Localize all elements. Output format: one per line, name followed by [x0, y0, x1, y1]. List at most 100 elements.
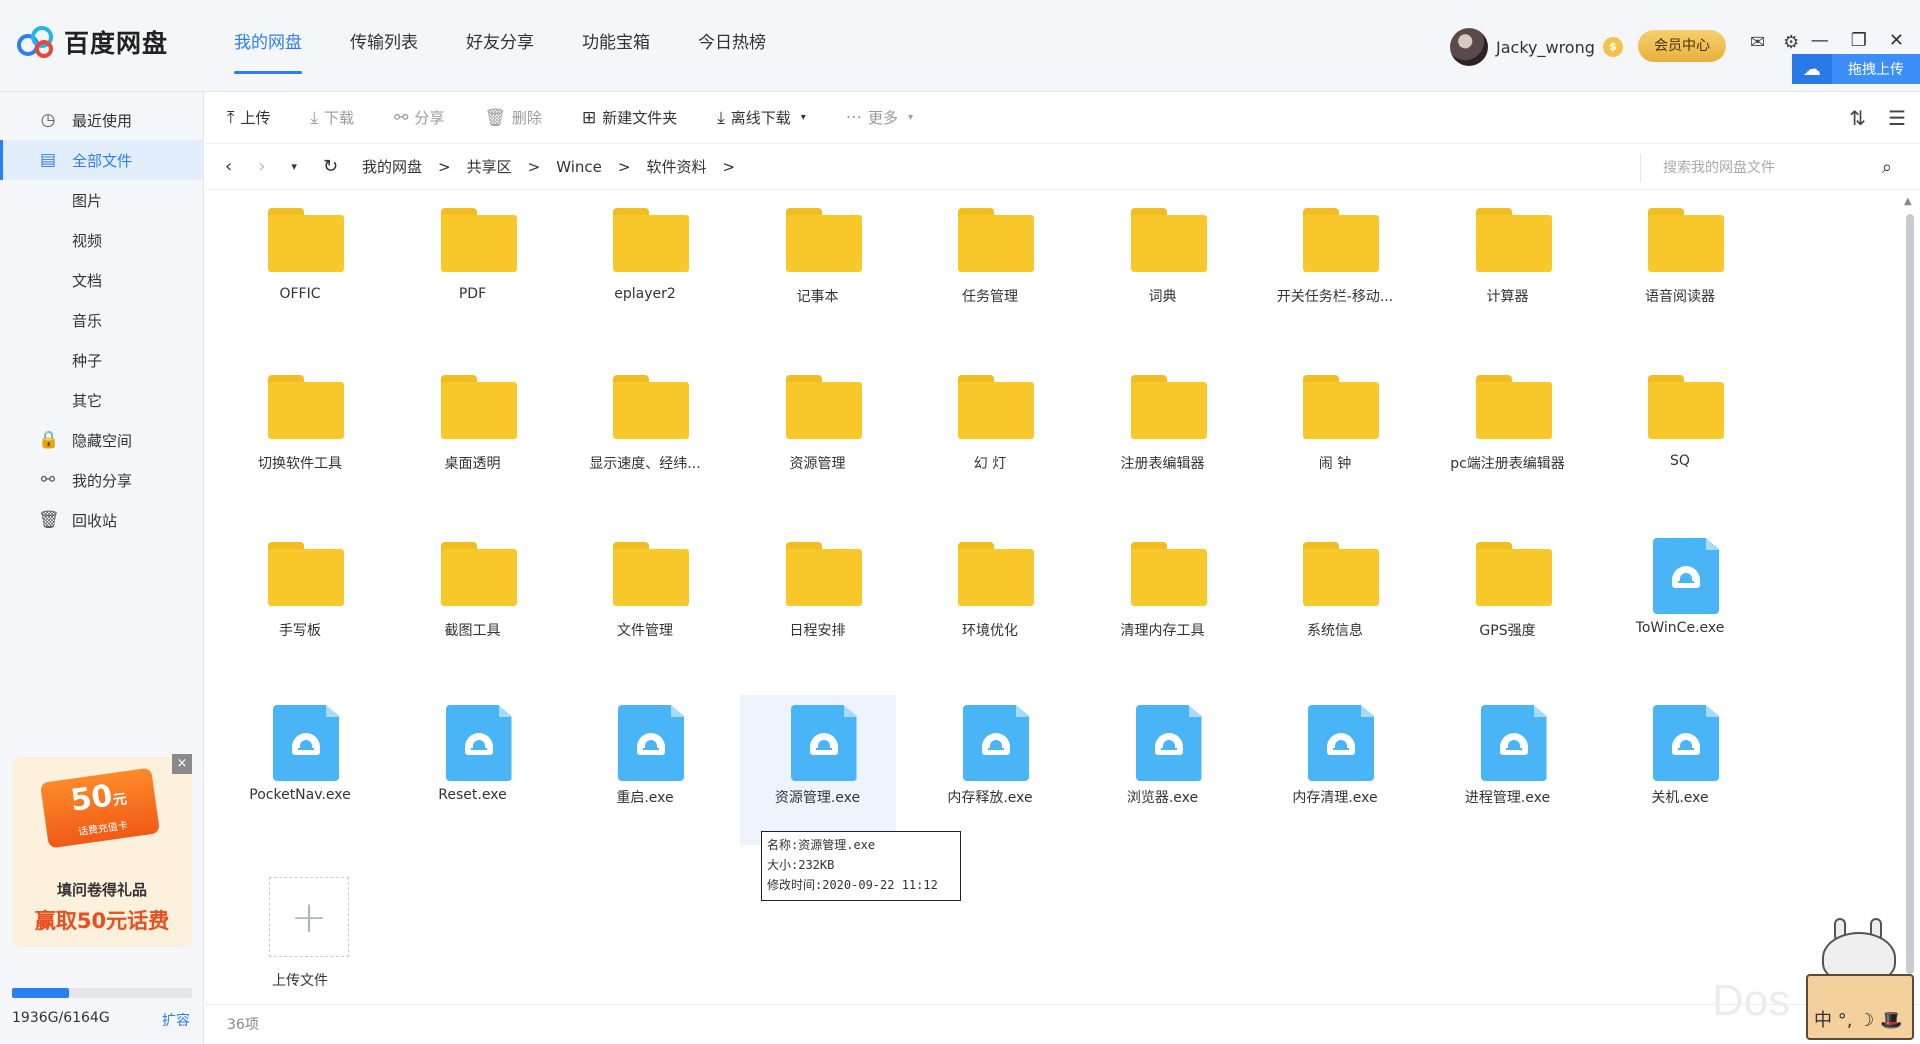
- folder-item[interactable]: 截图工具: [395, 528, 551, 678]
- sidebar-item-label: 我的分享: [72, 471, 133, 490]
- list-view-icon[interactable]: ☰: [1888, 106, 1906, 130]
- folder-item[interactable]: SQ: [1602, 361, 1758, 511]
- expand-storage-link[interactable]: 扩容: [162, 1010, 190, 1030]
- folder-item[interactable]: 桌面透明: [395, 361, 551, 511]
- sidebar-item-2[interactable]: 图片: [0, 180, 203, 220]
- folder-item[interactable]: 环境优化: [912, 528, 1068, 678]
- folder-item[interactable]: pc端注册表编辑器: [1430, 361, 1586, 511]
- folder-item[interactable]: OFFIC: [222, 194, 378, 344]
- new-folder-button[interactable]: ⊞ 新建文件夹: [582, 107, 677, 128]
- folder-item[interactable]: 计算器: [1430, 194, 1586, 344]
- more-button[interactable]: ··· 更多 ▾: [846, 107, 913, 128]
- file-item[interactable]: Reset.exe: [395, 695, 551, 845]
- ime-mascot[interactable]: 中 °, ☽ 🎩: [1800, 918, 1920, 1044]
- sidebar-item-label: 文档: [72, 271, 103, 290]
- file-item[interactable]: 关机.exe: [1602, 695, 1758, 845]
- folder-item[interactable]: 系统信息: [1257, 528, 1413, 678]
- breadcrumb-item[interactable]: 共享区: [467, 156, 512, 177]
- folder-item[interactable]: 清理内存工具: [1085, 528, 1241, 678]
- promo-line1: 填问卷得礼品: [56, 881, 147, 899]
- scrollbar[interactable]: ▲: [1904, 196, 1914, 996]
- sidebar-item-0[interactable]: ◷ 最近使用: [0, 100, 203, 140]
- folder-item[interactable]: 词典: [1085, 194, 1241, 344]
- folder-item[interactable]: GPS强度: [1430, 528, 1586, 678]
- forward-icon[interactable]: ›: [258, 156, 265, 177]
- folder-item[interactable]: 资源管理: [740, 361, 896, 511]
- sidebar-item-10[interactable]: 🗑 回收站: [0, 500, 203, 540]
- scroll-up-icon[interactable]: ▲: [1904, 196, 1912, 207]
- sidebar-item-5[interactable]: 音乐: [0, 300, 203, 340]
- restore-icon[interactable]: ❐: [1851, 30, 1867, 51]
- file-item[interactable]: 进程管理.exe: [1430, 695, 1586, 845]
- folder-item[interactable]: 任务管理: [912, 194, 1068, 344]
- tab-4[interactable]: 今日热榜: [674, 0, 790, 92]
- file-name: 清理内存工具: [1120, 623, 1205, 639]
- minimize-icon[interactable]: —: [1811, 30, 1829, 51]
- promo-close-button[interactable]: ×: [172, 754, 192, 774]
- avatar[interactable]: [1450, 28, 1488, 66]
- folder-item[interactable]: 开关任务栏-移动...: [1257, 194, 1413, 344]
- promo-banner[interactable]: 50元 话费充值卡 填问卷得礼品 赢取50元话费: [12, 757, 192, 947]
- tab-1[interactable]: 传输列表: [326, 0, 442, 92]
- file-item[interactable]: 浏览器.exe: [1085, 695, 1241, 845]
- file-item[interactable]: PocketNav.exe: [222, 695, 378, 845]
- folder-item[interactable]: 记事本: [740, 194, 896, 344]
- sidebar-item-7[interactable]: 其它: [0, 380, 203, 420]
- user-info[interactable]: Jacky_wrong $: [1450, 28, 1623, 66]
- delete-button[interactable]: 🗑 删除: [484, 107, 542, 128]
- folder-item[interactable]: 手写板: [222, 528, 378, 678]
- folder-item[interactable]: 闹 钟: [1257, 361, 1413, 511]
- username[interactable]: Jacky_wrong: [1496, 38, 1595, 57]
- share-button[interactable]: ⚯ 分享: [394, 107, 444, 128]
- tab-3[interactable]: 功能宝箱: [558, 0, 674, 92]
- folder-item[interactable]: eplayer2: [567, 194, 723, 344]
- settings-icon[interactable]: ⚙: [1783, 32, 1799, 53]
- file-item[interactable]: 重启.exe: [567, 695, 723, 845]
- search-input[interactable]: [1663, 154, 1863, 180]
- upload-button[interactable]: ⤒ 上传: [227, 107, 271, 128]
- mail-icon[interactable]: ✉: [1750, 32, 1765, 53]
- sidebar-item-3[interactable]: 视频: [0, 220, 203, 260]
- exe-file-icon: [445, 705, 512, 781]
- coin-icon[interactable]: $: [1602, 37, 1623, 57]
- folder-item[interactable]: 切换软件工具: [222, 361, 378, 511]
- file-item[interactable]: ToWinCe.exe: [1602, 528, 1758, 678]
- folder-item[interactable]: 文件管理: [567, 528, 723, 678]
- drag-upload-button[interactable]: ☁ 拖拽上传: [1792, 54, 1920, 84]
- breadcrumb-item[interactable]: 软件资料: [646, 156, 706, 177]
- folder-item[interactable]: 日程安排: [740, 528, 896, 678]
- file-name: 进程管理.exe: [1464, 790, 1551, 806]
- file-item[interactable]: 内存释放.exe: [912, 695, 1068, 845]
- sidebar-item-1[interactable]: ▤ 全部文件: [0, 140, 203, 180]
- refresh-icon[interactable]: ↻: [323, 156, 338, 177]
- file-name: PocketNav.exe: [249, 787, 351, 803]
- history-dropdown-icon[interactable]: ▾: [291, 160, 297, 173]
- tab-0[interactable]: 我的网盘: [210, 0, 326, 92]
- sort-icon[interactable]: ⇅: [1849, 106, 1866, 130]
- search-icon[interactable]: ⌕: [1882, 157, 1892, 178]
- sidebar-item-4[interactable]: 文档: [0, 260, 203, 300]
- file-item[interactable]: 内存清理.exe: [1257, 695, 1413, 845]
- tab-2[interactable]: 好友分享: [442, 0, 558, 92]
- back-icon[interactable]: ‹: [225, 156, 232, 177]
- vip-center-button[interactable]: 会员中心: [1638, 30, 1726, 62]
- upload-file-tile[interactable]: + 上传文件: [222, 862, 378, 1012]
- folder-item[interactable]: 显示速度、经纬...: [567, 361, 723, 511]
- folder-item[interactable]: 幻 灯: [912, 361, 1068, 511]
- breadcrumb-item[interactable]: Wince: [556, 158, 602, 176]
- app-logo[interactable]: 百度网盘: [16, 24, 168, 60]
- sidebar-item-8[interactable]: 🔒 隐藏空间: [0, 420, 203, 460]
- scroll-thumb[interactable]: [1906, 214, 1914, 974]
- sidebar-item-9[interactable]: ⚯ 我的分享: [0, 460, 203, 500]
- ime-status[interactable]: 中 °, ☽ 🎩: [1814, 1006, 1902, 1032]
- sidebar-item-6[interactable]: 种子: [0, 340, 203, 380]
- breadcrumb-item[interactable]: 我的网盘: [362, 156, 422, 177]
- folder-item[interactable]: 注册表编辑器: [1085, 361, 1241, 511]
- folder-item[interactable]: 语音阅读器: [1602, 194, 1758, 344]
- breadcrumb: 我的网盘 > 共享区 > Wince > 软件资料 >: [362, 156, 735, 177]
- download-button[interactable]: ⤓ 下载: [311, 107, 355, 128]
- offline-download-button[interactable]: ⤓ 离线下载 ▾: [717, 107, 806, 128]
- file-item[interactable]: 资源管理.exe: [739, 695, 896, 845]
- folder-item[interactable]: PDF: [395, 194, 551, 344]
- close-icon[interactable]: ✕: [1889, 30, 1904, 51]
